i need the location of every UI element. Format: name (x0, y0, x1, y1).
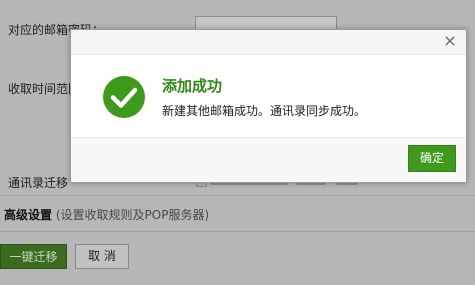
contacts-migrate-label: 通讯录迁移 (8, 176, 69, 190)
advanced-settings-title: 高级设置 (4, 208, 53, 222)
close-icon[interactable]: × (442, 33, 458, 49)
confirm-button[interactable]: 确定 (408, 145, 456, 172)
divider (0, 231, 475, 232)
dialog-header: × (71, 30, 466, 55)
divider (0, 195, 475, 196)
advanced-settings-hint: (设置收取规则及POP服务器) (55, 208, 210, 222)
success-dialog: × 添加成功 新建其他邮箱成功。通讯录同步成功。 确定 (70, 29, 467, 183)
one-click-migrate-button[interactable]: 一键迁移 (0, 244, 67, 269)
check-circle-icon (103, 76, 145, 118)
advanced-settings[interactable]: 高级设置 (设置收取规则及POP服务器) (4, 206, 209, 223)
dialog-title: 添加成功 (162, 77, 223, 95)
dialog-footer: 确定 (71, 137, 466, 182)
cancel-button[interactable]: 取 消 (75, 244, 129, 269)
dialog-message: 新建其他邮箱成功。通讯录同步成功。 (162, 104, 367, 118)
